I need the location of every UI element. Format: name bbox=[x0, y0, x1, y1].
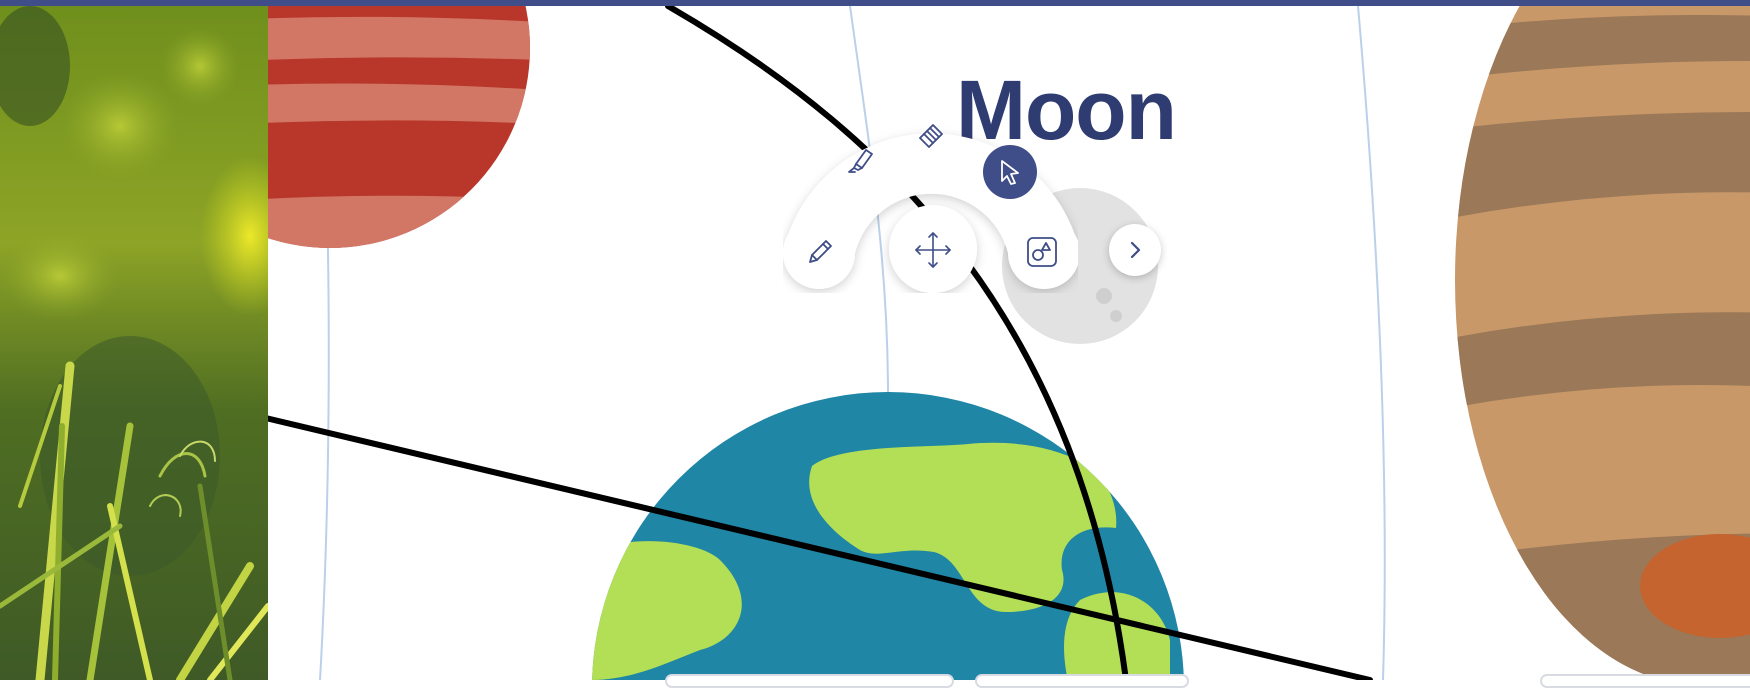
grass-photo-image bbox=[0, 6, 268, 680]
expand-toolbar-button[interactable] bbox=[1109, 224, 1161, 276]
highlighter-tool-button[interactable] bbox=[835, 135, 885, 185]
jupiter-planet bbox=[1455, 6, 1750, 680]
pan-tool-button[interactable] bbox=[903, 220, 963, 280]
shapes-tool-button[interactable] bbox=[1017, 227, 1067, 277]
bottom-card-2[interactable] bbox=[975, 674, 1189, 688]
chevron-right-icon bbox=[1130, 241, 1141, 259]
highlighter-icon bbox=[848, 149, 873, 173]
earth-planet bbox=[592, 392, 1184, 680]
grass-photo[interactable] bbox=[0, 6, 268, 680]
tool-wheel bbox=[783, 103, 1078, 293]
guide-string-3 bbox=[1357, 6, 1386, 680]
pencil-icon bbox=[809, 240, 832, 263]
eraser-tool-button[interactable] bbox=[906, 109, 956, 159]
bottom-card-3[interactable] bbox=[1540, 674, 1750, 688]
mars-planet bbox=[268, 6, 530, 248]
move-icon bbox=[915, 232, 951, 268]
bottom-card-1[interactable] bbox=[665, 674, 954, 688]
shapes-icon bbox=[1027, 237, 1057, 267]
cursor-icon bbox=[1001, 160, 1019, 185]
eraser-icon bbox=[919, 124, 943, 148]
select-tool-button[interactable] bbox=[983, 145, 1037, 199]
pen-tool-button[interactable] bbox=[795, 227, 845, 277]
